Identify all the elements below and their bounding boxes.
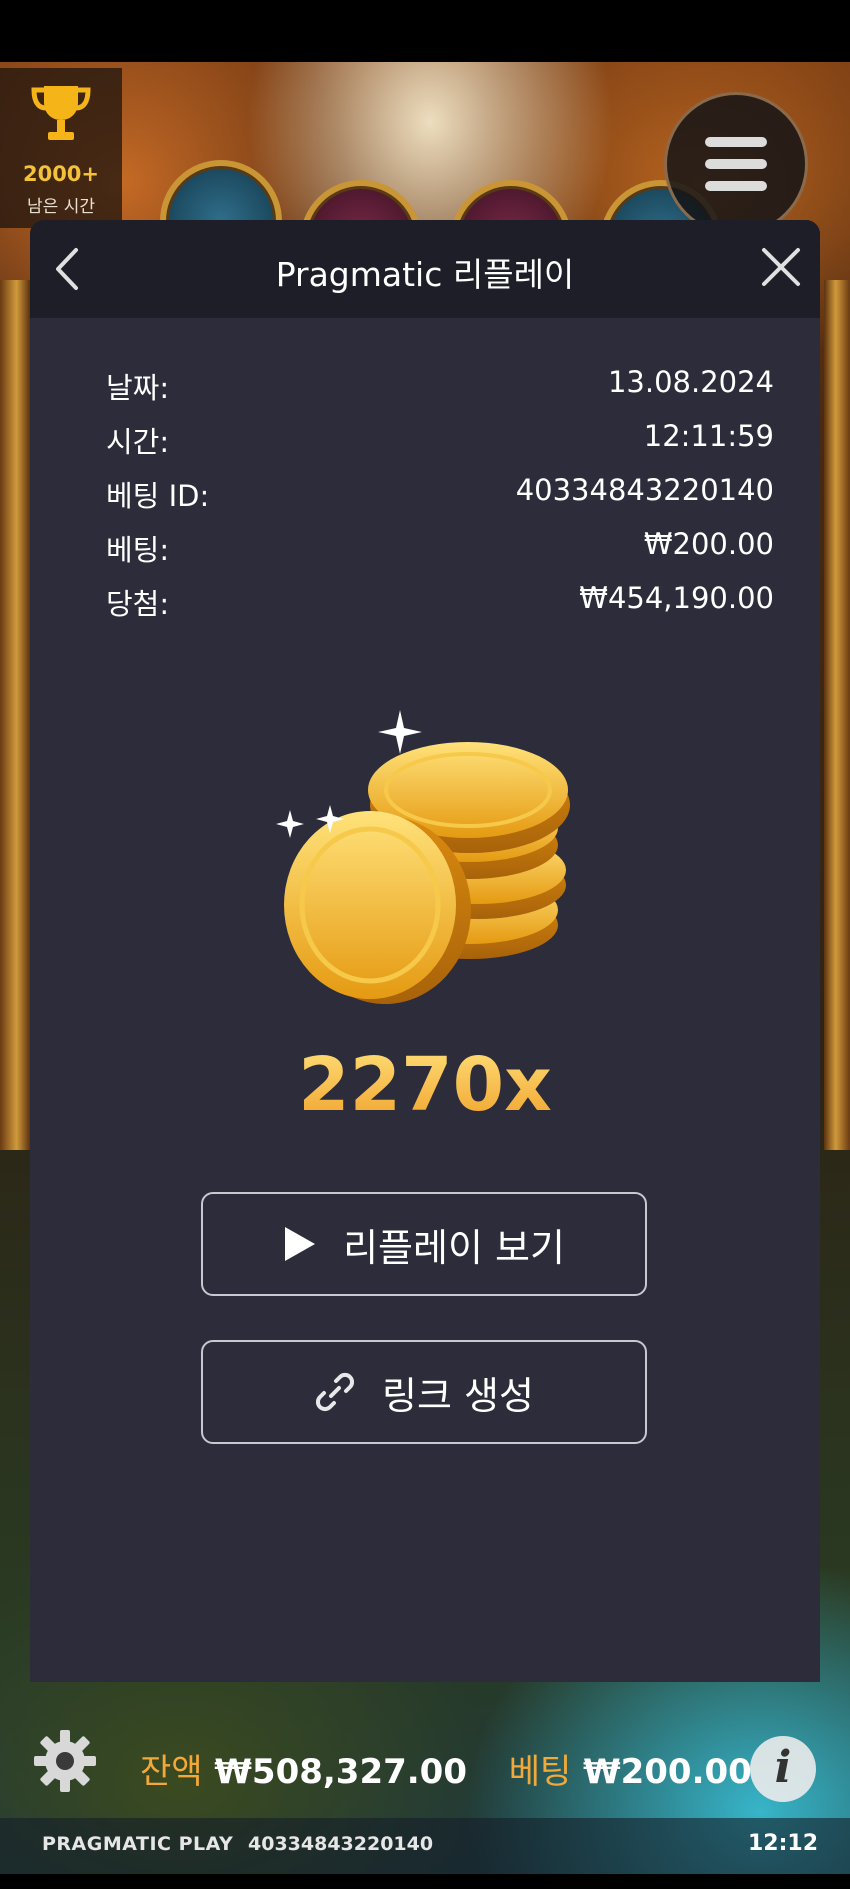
win-multiplier: 2270x — [30, 1042, 820, 1128]
info-button[interactable]: i — [750, 1736, 816, 1802]
detail-label: 시간: — [106, 425, 170, 459]
trophy-count: 2000+ — [22, 162, 100, 186]
footer-bet-id: 40334843220140 — [248, 1833, 434, 1855]
detail-value: 12:11:59 — [643, 419, 774, 453]
detail-row-time: 시간: 12:11:59 — [106, 419, 774, 473]
link-icon — [315, 1372, 355, 1412]
balance-label: 잔액 — [140, 1752, 203, 1792]
bet-value: ₩200.00 — [583, 1752, 752, 1792]
detail-label: 날짜: — [106, 371, 170, 405]
detail-value: ₩200.00 — [643, 527, 774, 561]
detail-value: 13.08.2024 — [607, 365, 774, 399]
menu-button[interactable] — [664, 92, 808, 236]
create-link-button[interactable]: 링크 생성 — [201, 1340, 647, 1444]
watch-replay-button[interactable]: 리플레이 보기 — [201, 1192, 647, 1296]
modal-title: Pragmatic 리플레이 — [275, 255, 575, 294]
brand-label: PRAGMATIC PLAY — [42, 1833, 234, 1855]
menu-icon — [705, 181, 767, 191]
bet-label: 베팅 — [508, 1752, 572, 1792]
modal-header: Pragmatic 리플레이 — [30, 220, 820, 318]
tournament-badge[interactable]: 2000+ 남은 시간 — [0, 68, 122, 228]
detail-row-bet-id: 베팅 ID: 40334843220140 — [106, 473, 774, 527]
info-icon: i — [774, 1742, 792, 1793]
watch-replay-label: 리플레이 보기 — [343, 1225, 565, 1270]
gold-coins-icon — [276, 710, 570, 1004]
detail-row-win: 당첨: ₩454,190.00 — [106, 581, 774, 635]
play-icon — [285, 1227, 316, 1261]
clock: 12:12 — [748, 1831, 819, 1856]
detail-label: 베팅: — [106, 533, 170, 567]
game-frame-left — [0, 280, 30, 1150]
create-link-label: 링크 생성 — [382, 1373, 534, 1418]
trophy-icon — [31, 86, 91, 140]
detail-row-date: 날짜: 13.08.2024 — [106, 365, 774, 419]
bet-details: 날짜: 13.08.2024 시간: 12:11:59 베팅 ID: 40334… — [106, 365, 774, 635]
detail-label: 베팅 ID: — [106, 479, 210, 513]
detail-row-bet: 베팅: ₩200.00 — [106, 527, 774, 581]
game-frame-right — [824, 280, 850, 1150]
time-left-label: 남은 시간 — [27, 197, 95, 217]
menu-icon — [705, 137, 767, 147]
menu-icon — [705, 159, 767, 169]
balance-value: ₩508,327.00 — [214, 1752, 467, 1792]
balance-bar: 잔액 ₩508,327.00 베팅 ₩200.00 — [140, 1744, 752, 1793]
settings-gear-icon[interactable] — [32, 1728, 98, 1794]
detail-label: 당첨: — [106, 587, 170, 621]
replay-modal: Pragmatic 리플레이 날짜: 13.08.2024 시간: 12:11:… — [30, 220, 820, 1682]
detail-value: ₩454,190.00 — [579, 581, 774, 615]
detail-value: 40334843220140 — [515, 473, 774, 507]
close-icon[interactable] — [758, 244, 804, 290]
